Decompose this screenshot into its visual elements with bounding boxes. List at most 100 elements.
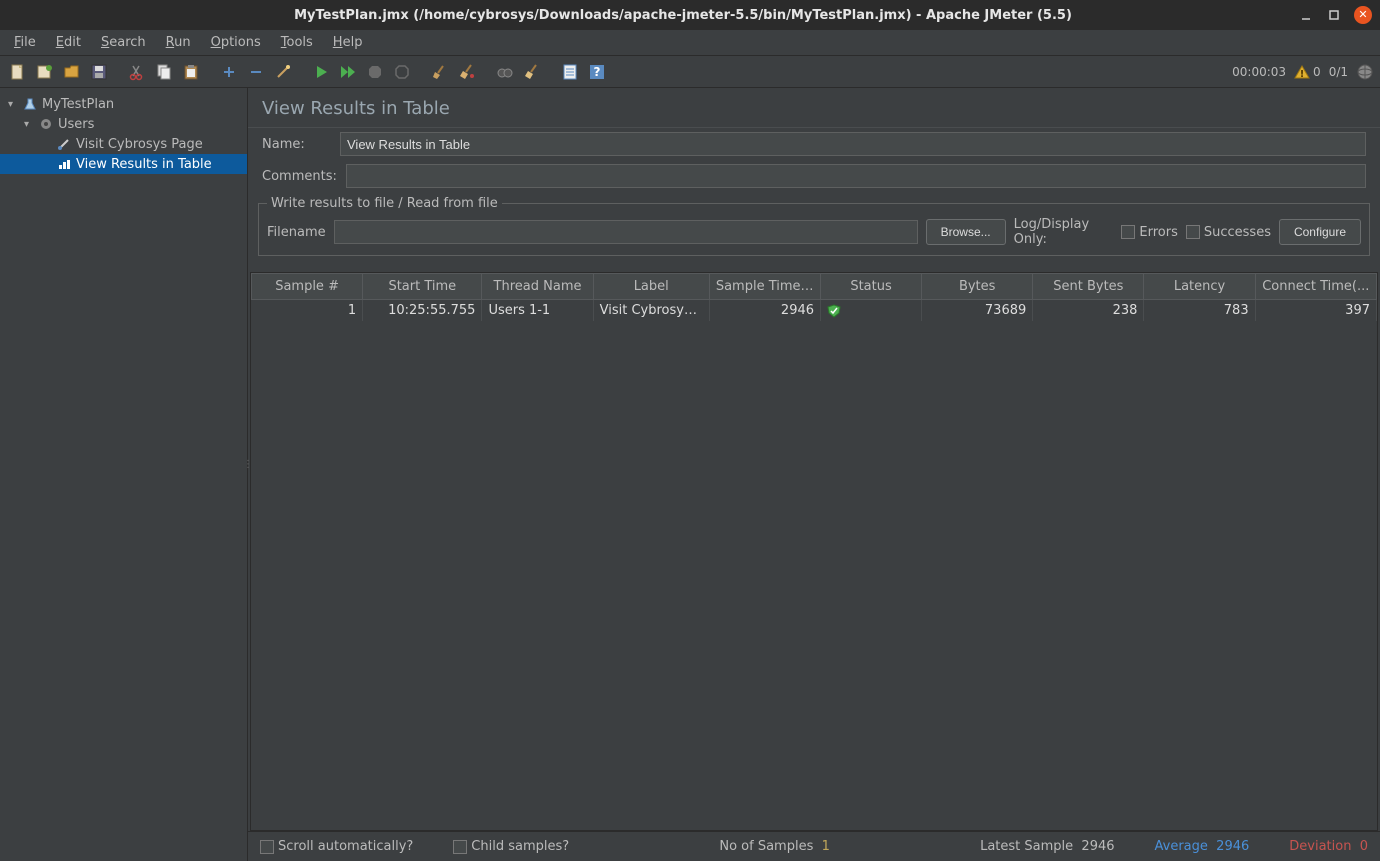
paste-button[interactable] [179,60,203,84]
col-bytes[interactable]: Bytes [922,274,1033,300]
clear-button[interactable] [428,60,452,84]
warning-count: 0 [1313,65,1321,79]
plus-icon [221,64,237,80]
cell-bytes: 73689 [922,300,1033,322]
save-button[interactable] [87,60,111,84]
tree-node-label: View Results in Table [76,157,212,172]
window-titlebar: MyTestPlan.jmx (/home/cybrosys/Downloads… [0,0,1380,30]
browse-button[interactable]: Browse... [926,219,1006,245]
wand-icon [274,63,292,81]
col-thread[interactable]: Thread Name [482,274,593,300]
save-icon [90,63,108,81]
menu-file[interactable]: File [4,32,46,53]
broom-all-icon [458,63,476,81]
cut-button[interactable] [125,60,149,84]
menu-edit[interactable]: Edit [46,32,91,53]
flask-icon [22,96,38,112]
filename-input[interactable] [334,220,918,244]
function-helper-button[interactable] [558,60,582,84]
menu-run[interactable]: Run [156,32,201,53]
toggle-button[interactable] [271,60,295,84]
scissors-icon [128,63,146,81]
col-connect[interactable]: Connect Time(... [1255,274,1376,300]
new-button[interactable] [6,60,30,84]
child-samples-checkbox[interactable]: Child samples? [453,839,569,854]
play-fast-icon [339,64,357,80]
results-table[interactable]: Sample # Start Time Thread Name Label Sa… [251,273,1377,321]
scroll-auto-checkbox[interactable]: Scroll automatically? [260,839,413,854]
cell-thread: Users 1-1 [482,300,593,322]
cell-sentbytes: 238 [1033,300,1144,322]
templates-button[interactable] [33,60,57,84]
shutdown-button[interactable] [390,60,414,84]
deviation-value: 0 [1360,839,1368,854]
errors-checkbox[interactable]: Errors [1121,225,1177,240]
svg-text:!: ! [1300,69,1305,80]
run-status-icon-wrap [1356,63,1374,81]
search-button[interactable] [493,60,517,84]
col-sample[interactable]: Sample # [252,274,363,300]
col-label[interactable]: Label [593,274,709,300]
col-status[interactable]: Status [821,274,922,300]
minimize-button[interactable] [1298,7,1314,23]
menu-options[interactable]: Options [201,32,271,53]
tree-node-label: Users [58,117,94,132]
col-sampletime[interactable]: Sample Time(... [709,274,820,300]
templates-icon [36,63,54,81]
col-latency[interactable]: Latency [1144,274,1255,300]
name-input[interactable] [340,132,1366,156]
tree-node-sampler[interactable]: Visit Cybrosys Page [0,134,247,154]
close-button[interactable]: ✕ [1354,6,1372,24]
start-no-timers-button[interactable] [336,60,360,84]
toolbar: ? 00:00:03 ! 0 0/1 [0,56,1380,88]
maximize-button[interactable] [1326,7,1342,23]
help-icon: ? [588,63,606,81]
filename-label: Filename [267,225,326,240]
start-button[interactable] [309,60,333,84]
configure-button[interactable]: Configure [1279,219,1361,245]
cell-status [821,300,922,322]
splitter-handle[interactable]: ⋮ [243,463,251,487]
menu-tools[interactable]: Tools [271,32,323,53]
collapse-button[interactable] [244,60,268,84]
stop-button[interactable] [363,60,387,84]
deviation-label: Deviation [1289,839,1351,854]
warning-indicator[interactable]: ! 0 [1294,64,1321,80]
successes-label: Successes [1204,225,1271,240]
col-sentbytes[interactable]: Sent Bytes [1033,274,1144,300]
menu-help[interactable]: Help [323,32,373,53]
expand-button[interactable] [217,60,241,84]
thread-count: 0/1 [1329,65,1348,79]
cell-sample: 1 [252,300,363,322]
cell-sampletime: 2946 [709,300,820,322]
svg-text:?: ? [594,65,601,79]
tree-node-testplan[interactable]: ▾ MyTestPlan [0,94,247,114]
table-row[interactable]: 1 10:25:55.755 Users 1-1 Visit Cybrosys … [252,300,1377,322]
pipette-icon [56,136,72,152]
clear-all-button[interactable] [455,60,479,84]
stop-icon [367,64,383,80]
chart-icon [56,156,72,172]
tree-node-listener[interactable]: View Results in Table [0,154,247,174]
tree-node-users[interactable]: ▾ Users [0,114,247,134]
menu-search[interactable]: Search [91,32,156,53]
gear-icon [38,116,54,132]
scroll-label: Scroll automatically? [278,839,413,854]
broom-reset-icon [523,63,541,81]
timer-display: 00:00:03 [1232,65,1286,79]
logdisplay-label: Log/Display Only: [1014,217,1114,247]
success-shield-icon [827,304,841,318]
results-table-wrap: Sample # Start Time Thread Name Label Sa… [250,272,1378,831]
tree-panel: ▾ MyTestPlan ▾ Users Visit Cybrosys Page… [0,88,248,861]
col-start[interactable]: Start Time [363,274,482,300]
help-button[interactable]: ? [585,60,609,84]
play-icon [313,64,329,80]
copy-button[interactable] [152,60,176,84]
window-title: MyTestPlan.jmx (/home/cybrosys/Downloads… [68,8,1298,23]
comments-input[interactable] [346,164,1366,188]
open-button[interactable] [60,60,84,84]
successes-checkbox[interactable]: Successes [1186,225,1271,240]
file-legend: Write results to file / Read from file [267,196,502,211]
shutdown-icon [394,64,410,80]
reset-search-button[interactable] [520,60,544,84]
